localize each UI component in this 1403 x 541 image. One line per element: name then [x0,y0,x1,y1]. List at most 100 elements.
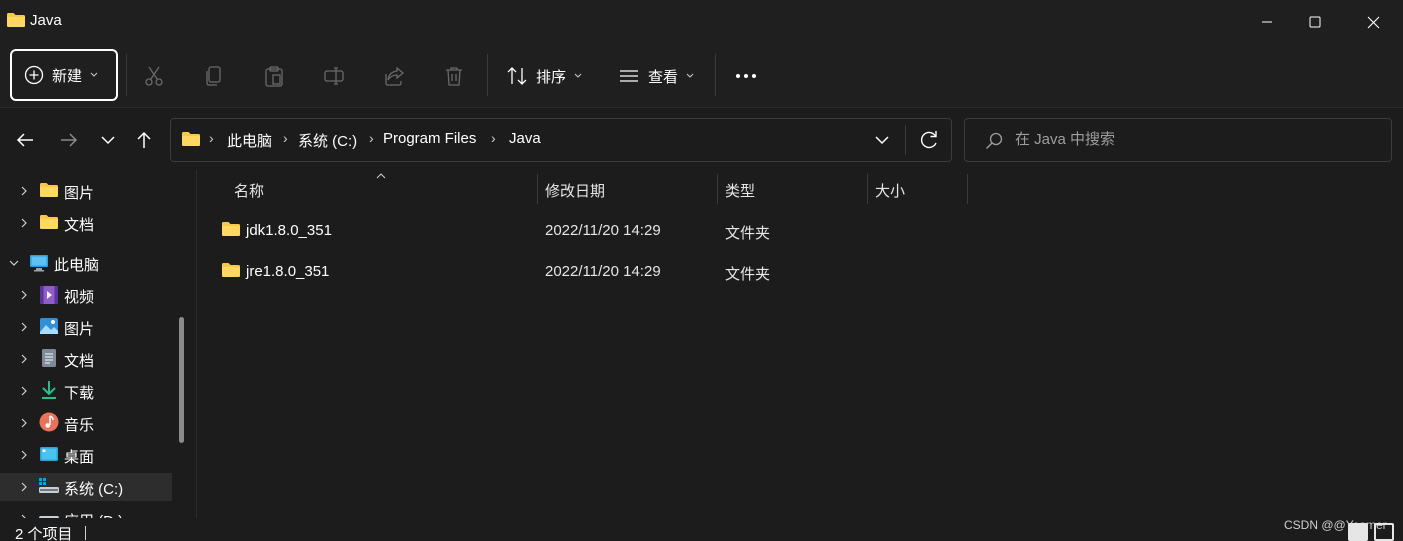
sidebar-item-this-pc[interactable]: 此电脑 [0,249,172,277]
sort-icon [506,66,528,86]
new-button-label: 新建 [52,67,83,85]
address-divider [905,125,906,155]
forward-button[interactable] [54,122,84,158]
status-bar: 2 个项目 CSDN @@Yoomer [0,518,1403,541]
folder-icon [39,182,59,200]
column-divider[interactable] [967,174,968,204]
paste-icon[interactable] [260,62,288,90]
chevron-right-icon[interactable] [18,289,30,301]
arrow-right-icon [60,132,78,148]
sidebar-item-label: 此电脑 [54,257,100,274]
back-button[interactable] [10,122,40,158]
chevron-right-icon[interactable] [18,185,30,197]
sidebar-item-videos[interactable]: 视频 [0,281,172,309]
folder-icon [6,12,26,28]
sidebar-item-pictures-quick[interactable]: 图片 [0,177,172,205]
picture-icon [39,317,59,335]
column-divider[interactable] [537,174,538,204]
refresh-icon [919,129,939,151]
file-type: 文件夹 [725,266,771,283]
sidebar-item-label: 系统 (C:) [64,481,124,498]
file-name: jre1.8.0_351 [246,263,330,280]
sidebar-item-documents-quick[interactable]: 文档 [0,209,172,237]
search-input[interactable] [1015,131,1355,148]
large-icons-view-button[interactable] [1374,523,1394,541]
file-row[interactable]: jdk1.8.0_351 2022/11/20 14:29 文件夹 [213,212,973,250]
download-icon [39,380,59,399]
view-button[interactable]: 查看 [618,62,694,90]
delete-icon[interactable] [440,62,468,90]
maximize-button[interactable] [1292,0,1338,44]
chevron-right-icon[interactable] [18,217,30,229]
folder-icon [221,221,241,237]
rename-icon[interactable] [320,62,348,90]
sidebar-item-desktop[interactable]: 桌面 [0,441,172,469]
sidebar-item-label: 视频 [64,289,95,306]
chevron-right-icon[interactable] [18,449,30,461]
up-button[interactable] [129,122,159,158]
arrow-up-icon [136,131,152,149]
chevron-right-icon[interactable] [18,385,30,397]
column-header-name[interactable]: 名称 [234,180,264,201]
sidebar-item-music[interactable]: 音乐 [0,409,172,437]
share-icon[interactable] [380,62,408,90]
sidebar-item-apps-d[interactable]: 应用 (D:) [0,505,172,518]
copy-icon[interactable] [200,62,228,90]
command-bar: 新建 排序 查看 [0,44,1403,108]
file-type: 文件夹 [725,225,771,242]
sidebar-item-system-c[interactable]: 系统 (C:) [0,473,172,501]
sidebar-scrollbar[interactable] [179,317,184,443]
chevron-down-icon [686,73,694,79]
breadcrumb-separator[interactable]: › [283,130,288,146]
toolbar-divider [487,54,488,96]
sidebar-item-label: 音乐 [64,417,95,434]
sidebar-item-downloads[interactable]: 下载 [0,377,172,405]
window-title: Java [30,12,62,29]
address-bar[interactable]: › 此电脑 › 系统 (C:) › Program Files › Java [170,118,952,162]
navigation-row: › 此电脑 › 系统 (C:) › Program Files › Java [0,108,1403,170]
title-bar: Java [0,0,1403,44]
column-divider[interactable] [717,174,718,204]
folder-icon [181,131,201,147]
folder-icon [39,214,59,232]
sort-button[interactable]: 排序 [506,62,582,90]
column-divider[interactable] [867,174,868,204]
cut-icon[interactable] [140,62,168,90]
breadcrumb-this-pc[interactable]: 此电脑 [227,130,272,151]
more-options-icon[interactable] [732,62,760,90]
column-header-size[interactable]: 大小 [875,180,905,201]
sidebar-item-pictures[interactable]: 图片 [0,313,172,341]
details-view-button[interactable] [1348,523,1368,541]
chevron-right-icon[interactable] [18,481,30,493]
breadcrumb-java[interactable]: Java [509,130,541,147]
file-row[interactable]: jre1.8.0_351 2022/11/20 14:29 文件夹 [213,253,973,291]
chevron-down-icon[interactable] [8,257,20,269]
refresh-button[interactable] [919,129,939,151]
video-icon [39,285,59,304]
address-history-button[interactable] [875,131,889,149]
minimize-button[interactable] [1244,0,1290,44]
toolbar-divider [126,54,127,96]
chevron-down-icon [875,131,889,149]
chevron-down-icon [90,72,98,78]
search-box[interactable] [964,118,1392,162]
chevron-right-icon[interactable] [18,417,30,429]
breadcrumb-system-c[interactable]: 系统 (C:) [298,130,357,151]
drive-icon [38,510,59,518]
breadcrumb-separator[interactable]: › [209,130,214,146]
column-header-modified[interactable]: 修改日期 [545,180,605,201]
recent-locations-button[interactable] [93,122,123,158]
file-list: 名称 修改日期 类型 大小 jdk1.8.0_351 2022/11/20 14… [197,170,1403,518]
sidebar-item-documents[interactable]: 文档 [0,345,172,373]
drive-icon [38,477,59,495]
breadcrumb-separator[interactable]: › [491,130,496,146]
close-button[interactable] [1350,0,1396,44]
breadcrumb-program-files[interactable]: Program Files [383,130,476,147]
sort-ascending-icon [375,172,387,180]
breadcrumb-separator[interactable]: › [369,130,374,146]
column-header-type[interactable]: 类型 [725,180,755,201]
chevron-right-icon[interactable] [18,321,30,333]
new-button[interactable]: 新建 [10,49,118,101]
chevron-right-icon[interactable] [18,353,30,365]
status-divider [85,526,86,540]
